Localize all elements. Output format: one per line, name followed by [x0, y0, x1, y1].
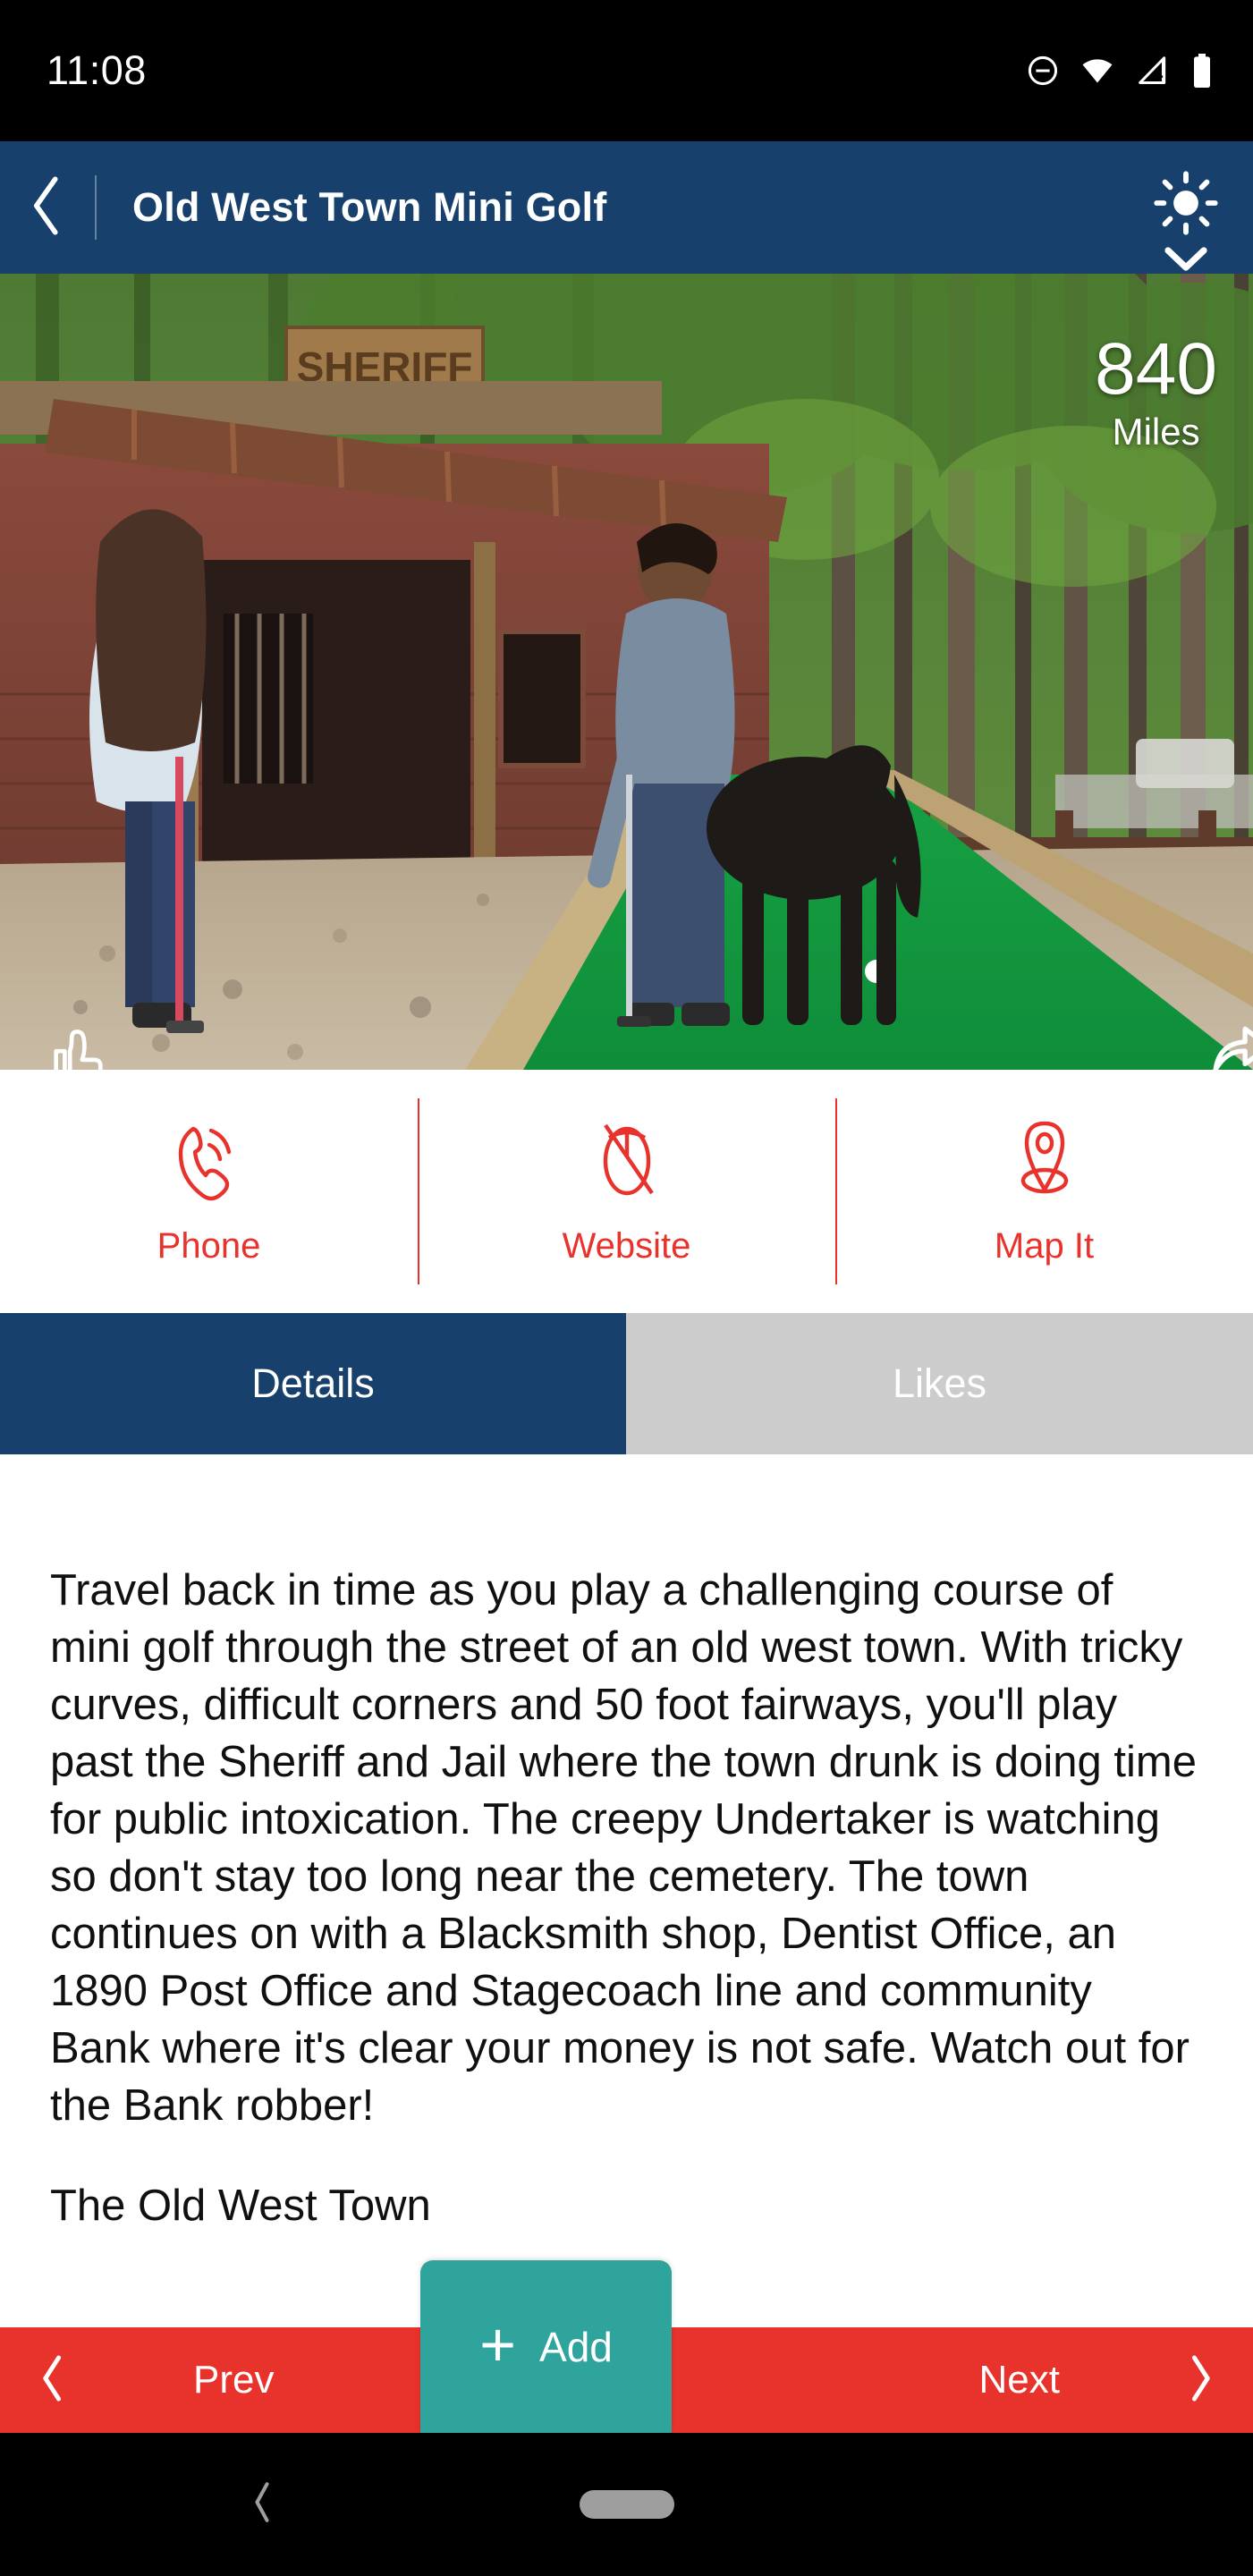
map-pin-icon: [1004, 1116, 1085, 1210]
do-not-disturb-icon: [1026, 54, 1060, 88]
phone-icon: [169, 1116, 250, 1210]
back-button[interactable]: [0, 141, 95, 274]
app-bar-divider: [95, 175, 97, 240]
wifi-icon: [1079, 54, 1115, 88]
prev-label: Prev: [193, 2358, 275, 2402]
add-label: Add: [539, 2323, 613, 2370]
nav-home-pill[interactable]: [579, 2490, 674, 2519]
description-text: Travel back in time as you play a challe…: [50, 1566, 1197, 2130]
chevron-right-icon: [1185, 2353, 1215, 2408]
hero-photo[interactable]: SHERIFF 840 Miles: [0, 274, 1253, 1070]
mouse-icon: [587, 1116, 667, 1210]
tab-details[interactable]: Details: [0, 1313, 626, 1454]
next-label: Next: [978, 2358, 1060, 2402]
next-button[interactable]: Next: [752, 2327, 1253, 2433]
mapit-action[interactable]: Map It: [835, 1070, 1253, 1313]
website-action-label: Website: [562, 1226, 691, 1266]
phone-action[interactable]: Phone: [0, 1070, 418, 1313]
tab-likes[interactable]: Likes: [626, 1313, 1253, 1454]
mapit-action-label: Map It: [994, 1226, 1095, 1266]
tab-bar: Details Likes: [0, 1313, 1253, 1454]
next-paragraph-clipped: The Old West Town: [50, 2182, 431, 2230]
cell-signal-alert-icon: [1135, 54, 1171, 88]
action-row: Phone Website Map It: [0, 1070, 1253, 1313]
phone-action-label: Phone: [157, 1226, 261, 1266]
status-bar: 11:08: [0, 0, 1253, 141]
nav-back-icon[interactable]: [250, 2481, 274, 2529]
weather-expand-button[interactable]: [1119, 141, 1253, 274]
android-nav-bar: [0, 2433, 1253, 2576]
distance-unit: Miles: [1112, 411, 1200, 453]
app-screen: 11:08 Old West Town Mini Golf SHERIFF 84…: [0, 0, 1253, 2576]
website-action[interactable]: Website: [418, 1070, 835, 1313]
page-title: Old West Town Mini Golf: [132, 184, 607, 230]
distance-overlay: 840 Miles: [1095, 333, 1217, 451]
hero-illustration: SHERIFF: [0, 274, 1253, 1070]
chevron-left-icon: [38, 2353, 68, 2408]
sun-icon: [1153, 170, 1219, 241]
add-button[interactable]: + Add: [420, 2260, 672, 2433]
plus-icon: +: [479, 2309, 517, 2379]
battery-icon: [1190, 53, 1214, 89]
distance-value: 840: [1095, 328, 1217, 410]
status-time: 11:08: [47, 47, 147, 93]
back-chevron-icon: [29, 174, 66, 242]
app-bar: Old West Town Mini Golf: [0, 141, 1253, 274]
status-icon-group: [1026, 53, 1214, 89]
